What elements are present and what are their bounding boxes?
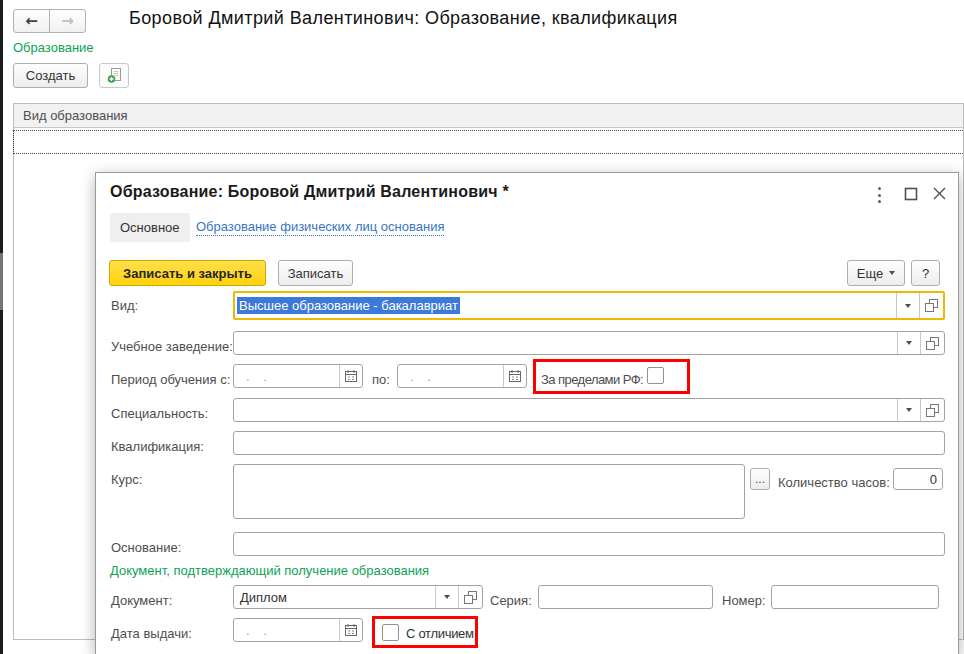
kind-dropdown-button[interactable]: [897, 293, 919, 318]
table-column-header[interactable]: Вид образования: [14, 104, 963, 128]
open-icon: [925, 299, 938, 312]
dropdown-arrow-icon: [905, 304, 911, 308]
open-icon: [926, 404, 939, 417]
hours-label: Количество часов:: [778, 475, 890, 490]
specialty-dropdown-button[interactable]: [898, 399, 920, 421]
series-label: Серия:: [490, 593, 532, 608]
copy-document-icon: [106, 67, 123, 84]
copy-item-button[interactable]: [99, 63, 129, 88]
section-link-education[interactable]: Образование: [13, 40, 94, 55]
institution-label: Учебное заведение:: [111, 339, 233, 354]
qualification-label: Квалификация:: [111, 439, 204, 454]
open-icon: [926, 337, 939, 350]
nav-back-button[interactable]: ←: [13, 9, 50, 33]
tab-link-education-basis[interactable]: Образование физических лиц основания: [196, 219, 444, 236]
issue-date-input[interactable]: . .: [233, 618, 363, 642]
institution-open-button[interactable]: [921, 332, 944, 354]
number-label: Номер:: [722, 593, 766, 608]
create-button[interactable]: Создать: [13, 63, 88, 88]
institution-input[interactable]: [233, 331, 945, 355]
education-dialog: Образование: Боровой Дмитрий Валентинови…: [95, 172, 959, 654]
calendar-icon: [508, 369, 522, 383]
help-button[interactable]: ?: [911, 260, 940, 286]
specialty-open-button[interactable]: [921, 399, 944, 421]
more-dropdown-arrow-icon: [889, 271, 895, 275]
honors-annotation-rectangle: [372, 616, 478, 648]
document-group-title: Документ, подтверждающий получение образ…: [110, 563, 429, 578]
series-input[interactable]: [538, 585, 713, 609]
basis-input[interactable]: [233, 532, 945, 556]
number-input[interactable]: [771, 585, 939, 609]
screen-left-edge: [0, 0, 3, 654]
more-button[interactable]: Еще: [847, 260, 905, 286]
document-open-button[interactable]: [459, 586, 482, 608]
calendar-icon: [344, 623, 358, 637]
nav-forward-button[interactable]: →: [49, 9, 86, 33]
course-select-button[interactable]: ...: [750, 468, 770, 490]
kind-input[interactable]: Высшее образование - бакалавриат: [233, 291, 945, 320]
dropdown-arrow-icon: [906, 408, 912, 412]
hours-input[interactable]: 0: [893, 468, 943, 490]
save-button[interactable]: Записать: [278, 260, 353, 286]
dialog-title: Образование: Боровой Дмитрий Валентинови…: [110, 183, 509, 201]
kind-open-button[interactable]: [920, 293, 943, 318]
open-icon: [464, 591, 477, 604]
back-arrow-icon: ←: [25, 12, 38, 30]
document-dropdown-button[interactable]: [436, 586, 458, 608]
page-title: Боровой Дмитрий Валентинович: Образовани…: [129, 8, 678, 29]
forward-arrow-icon: →: [61, 12, 74, 30]
dropdown-arrow-icon: [906, 341, 912, 345]
institution-dropdown-button[interactable]: [898, 332, 920, 354]
period-to-input[interactable]: . .: [397, 364, 527, 388]
dropdown-arrow-icon: [444, 595, 450, 599]
table-empty-row-cursor[interactable]: [13, 130, 964, 154]
close-icon[interactable]: [932, 186, 948, 201]
screen-left-edge-highlight: [0, 253, 3, 310]
period-to-label: по:: [372, 372, 390, 387]
tab-main[interactable]: Основное: [110, 213, 190, 242]
qualification-input[interactable]: [233, 431, 945, 455]
kind-selected-text: Высшее образование - бакалавриат: [237, 297, 460, 314]
document-label: Документ:: [111, 593, 172, 608]
issue-date-calendar-button[interactable]: [340, 619, 362, 641]
maximize-icon[interactable]: [904, 187, 919, 201]
basis-label: Основание:: [111, 540, 181, 555]
course-label: Курс:: [111, 472, 142, 487]
outside-rf-annotation-rectangle: [533, 359, 690, 394]
kind-label: Вид:: [111, 298, 138, 313]
save-and-close-button[interactable]: Записать и закрыть: [109, 260, 266, 286]
specialty-label: Специальность:: [111, 406, 208, 421]
document-input[interactable]: Диплом: [233, 585, 483, 609]
calendar-icon: [344, 369, 358, 383]
specialty-input[interactable]: [233, 398, 945, 422]
issue-date-label: Дата выдачи:: [111, 626, 192, 641]
period-to-calendar-button[interactable]: [504, 365, 526, 387]
period-from-input[interactable]: . .: [233, 364, 363, 388]
period-from-calendar-button[interactable]: [340, 365, 362, 387]
period-label: Период обучения с:: [111, 372, 230, 387]
dialog-menu-icon[interactable]: [876, 187, 882, 203]
course-textarea[interactable]: [233, 464, 745, 519]
